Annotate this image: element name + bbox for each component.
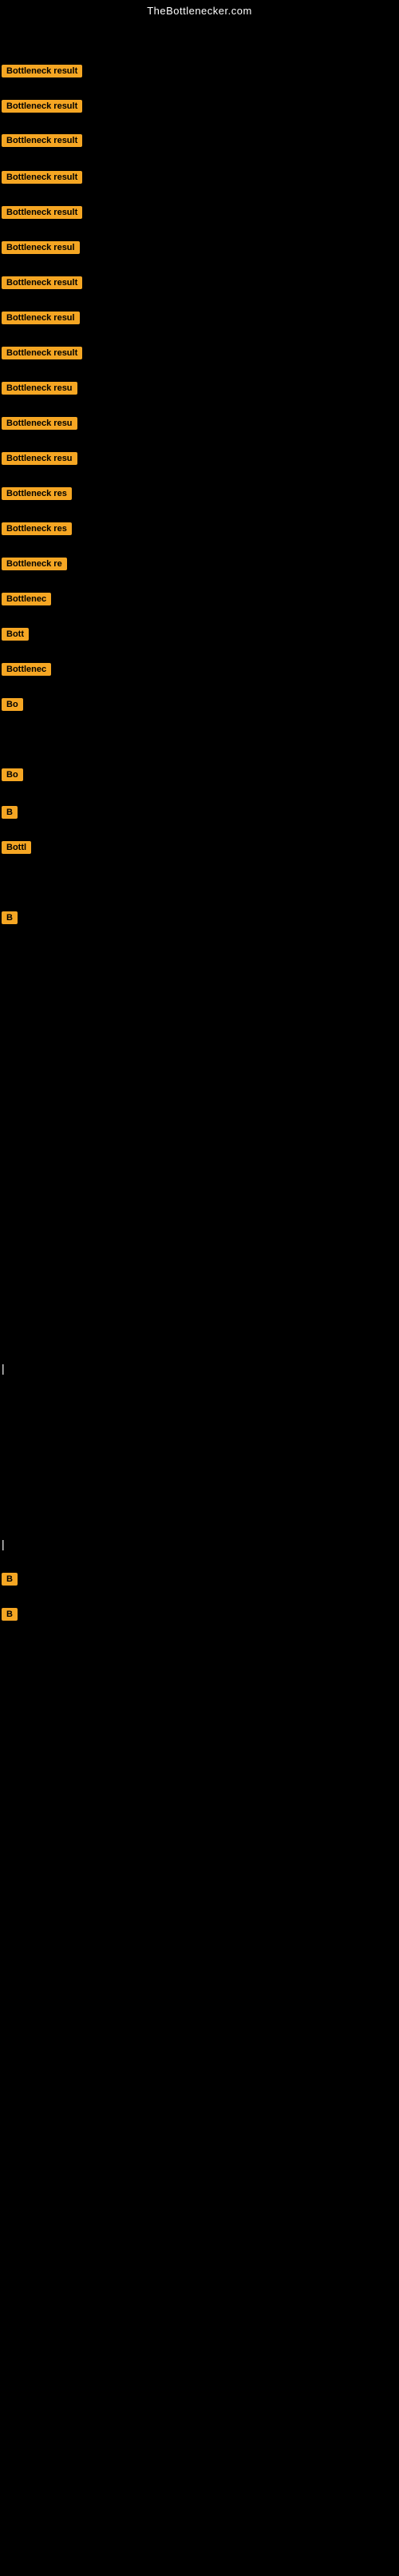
bottleneck-result-badge: Bottleneck res — [2, 487, 72, 500]
bottleneck-result-badge: Bottleneck resul — [2, 312, 80, 324]
bottleneck-result-badge: B — [2, 1573, 18, 1586]
bottleneck-result-badge: Bottlenec — [2, 663, 51, 676]
bottleneck-result-badge: Bottleneck result — [2, 347, 82, 359]
bottleneck-result-badge: Bottleneck result — [2, 171, 82, 184]
bottleneck-result-badge: Bott — [2, 628, 29, 641]
bottleneck-result-badge: Bottleneck result — [2, 134, 82, 147]
bottleneck-result-badge: Bottleneck result — [2, 65, 82, 77]
site-title: TheBottlenecker.com — [0, 0, 399, 20]
bottleneck-result-badge: B — [2, 806, 18, 819]
bottleneck-result-badge: Bottleneck result — [2, 206, 82, 219]
bottleneck-result-badge: Bottleneck resul — [2, 241, 80, 254]
bottleneck-result-badge: Bottlenec — [2, 593, 51, 605]
bottleneck-result-badge: Bo — [2, 768, 23, 781]
bottleneck-result-badge: Bottleneck result — [2, 276, 82, 289]
bottleneck-result-badge: Bottleneck resu — [2, 382, 77, 395]
cursor-indicator: | — [2, 1538, 5, 1550]
bottleneck-result-badge: Bottleneck res — [2, 522, 72, 535]
bottleneck-result-badge: B — [2, 911, 18, 924]
bottleneck-result-badge: Bottleneck re — [2, 558, 67, 570]
bottleneck-result-badge: Bottleneck result — [2, 100, 82, 113]
cursor-indicator: | — [2, 1362, 5, 1375]
bottleneck-result-badge: Bottl — [2, 841, 31, 854]
bottleneck-result-badge: Bottleneck resu — [2, 452, 77, 465]
bottleneck-result-badge: B — [2, 1608, 18, 1621]
bottleneck-result-badge: Bo — [2, 698, 23, 711]
bottleneck-result-badge: Bottleneck resu — [2, 417, 77, 430]
